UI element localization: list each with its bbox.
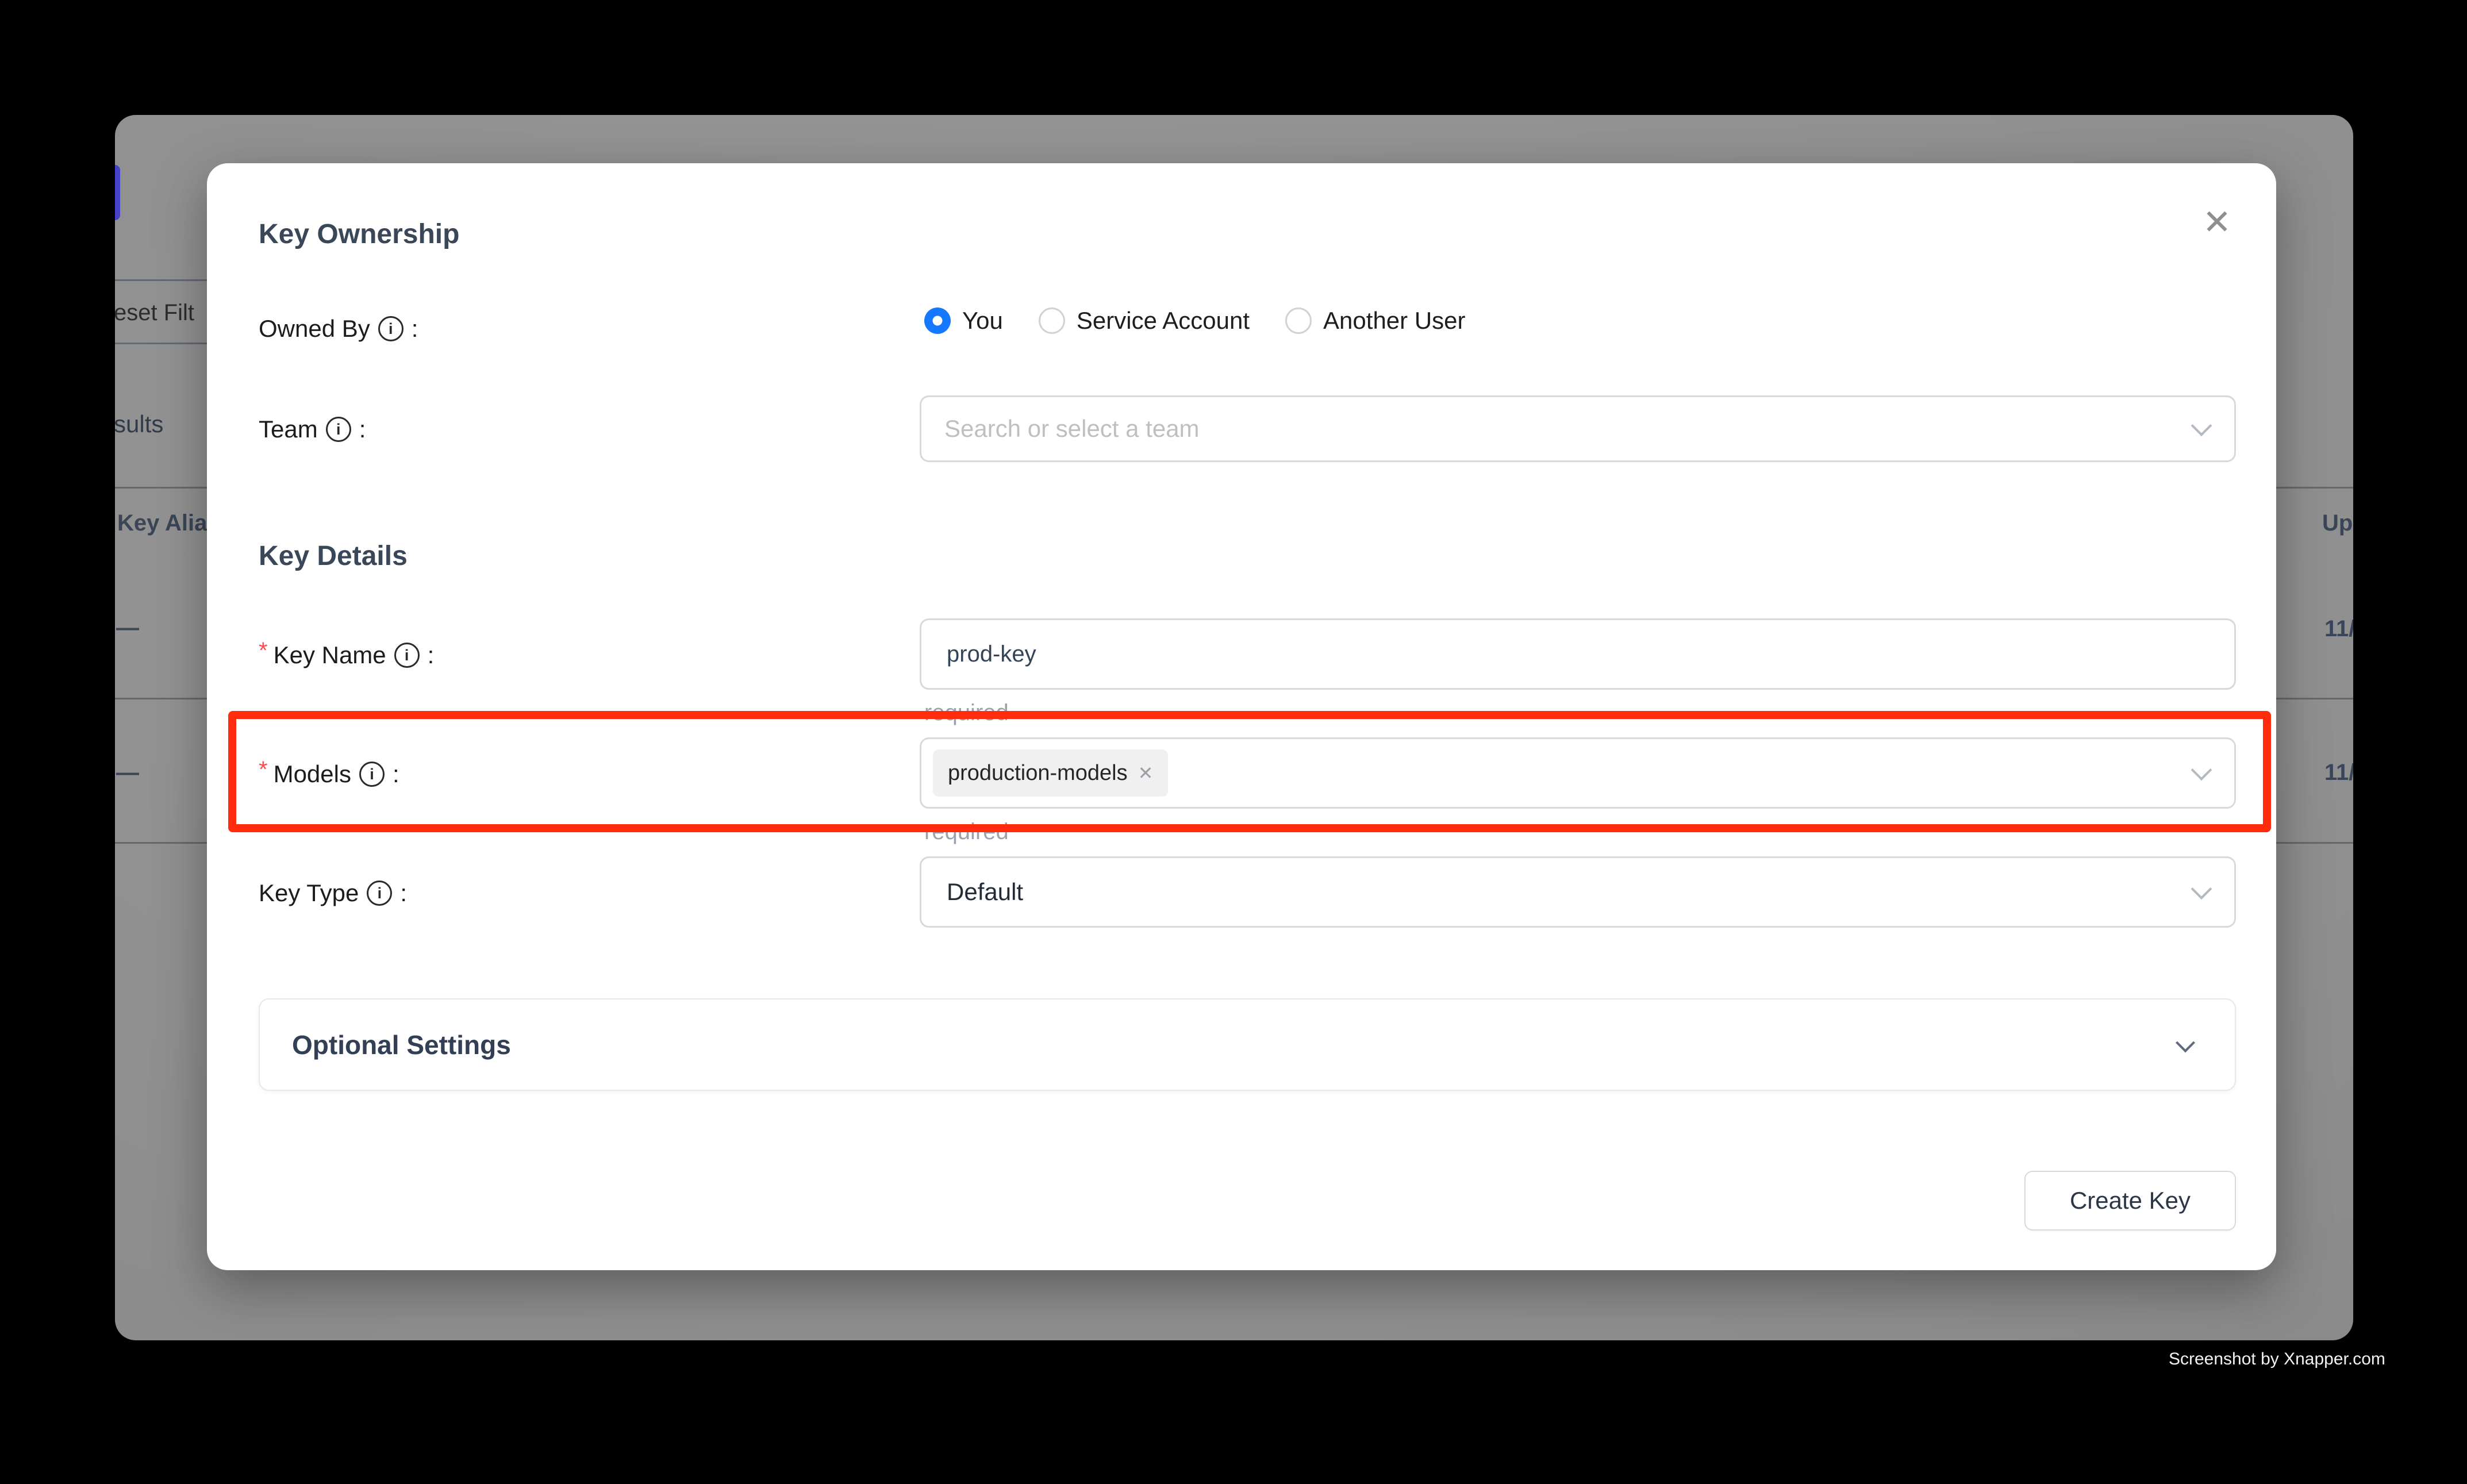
create-key-button[interactable]: Create Key bbox=[2024, 1171, 2236, 1231]
required-marker: * bbox=[259, 633, 268, 668]
radio-unselected-icon[interactable] bbox=[1285, 307, 1312, 334]
selected-model-tag-label: production-models bbox=[948, 761, 1128, 786]
tag-remove-icon[interactable]: ✕ bbox=[1138, 764, 1154, 782]
info-icon[interactable]: i bbox=[367, 881, 392, 906]
models-multiselect[interactable]: production-models ✕ bbox=[920, 737, 2236, 809]
key-details-heading: Key Details bbox=[259, 540, 408, 572]
radio-option-service-account[interactable]: Service Account bbox=[1039, 307, 1250, 335]
radio-label: Another User bbox=[1323, 307, 1465, 335]
required-marker: * bbox=[259, 752, 268, 787]
radio-unselected-icon[interactable] bbox=[1039, 307, 1065, 334]
colon: : bbox=[400, 876, 407, 910]
column-header-key-alias: Key Alia bbox=[117, 508, 207, 538]
chevron-down-icon bbox=[2191, 759, 2212, 781]
colon: : bbox=[393, 757, 399, 791]
reset-filters-button-partial: eset Filt bbox=[115, 298, 194, 328]
owned-by-radio-group: You Service Account Another User bbox=[924, 307, 1466, 335]
key-name-field bbox=[920, 618, 2236, 690]
key-type-select[interactable]: Default bbox=[920, 856, 2236, 928]
toolbar-divider-bottom bbox=[115, 343, 208, 344]
owned-by-label-text: Owned By bbox=[259, 312, 370, 346]
toolbar-divider-top bbox=[115, 279, 208, 281]
models-label: * Models i : bbox=[259, 757, 399, 791]
key-name-label-text: Key Name bbox=[274, 638, 386, 672]
info-icon[interactable]: i bbox=[359, 762, 385, 787]
info-icon[interactable]: i bbox=[378, 316, 404, 341]
radio-label: You bbox=[962, 307, 1003, 335]
colon: : bbox=[359, 412, 366, 447]
table-cell-dash: — bbox=[116, 758, 139, 787]
clipped-primary-button bbox=[115, 165, 120, 220]
optional-settings-label: Optional Settings bbox=[292, 1029, 511, 1060]
models-label-text: Models bbox=[274, 757, 351, 791]
create-key-button-label: Create Key bbox=[2070, 1187, 2191, 1214]
chevron-down-icon bbox=[2191, 878, 2212, 899]
key-name-label: * Key Name i : bbox=[259, 638, 434, 672]
key-type-selected-value: Default bbox=[921, 878, 1023, 906]
key-type-label-text: Key Type bbox=[259, 876, 359, 910]
optional-settings-panel[interactable]: Optional Settings bbox=[259, 998, 2236, 1091]
close-button[interactable]: ✕ bbox=[2191, 197, 2243, 248]
colon: : bbox=[412, 312, 418, 346]
team-select-placeholder: Search or select a team bbox=[921, 415, 1200, 443]
radio-selected-icon[interactable] bbox=[924, 307, 951, 334]
modal-title: Key Ownership bbox=[259, 218, 459, 251]
table-cell-date: 11/ bbox=[2324, 758, 2353, 787]
key-name-required-hint: required bbox=[924, 699, 1009, 726]
create-key-modal: Key Ownership ✕ Owned By i : You Service… bbox=[207, 163, 2276, 1270]
results-count-partial: sults bbox=[115, 409, 163, 439]
colon: : bbox=[428, 638, 435, 672]
column-header-updated: Up bbox=[2322, 508, 2353, 538]
info-icon[interactable]: i bbox=[394, 643, 420, 668]
watermark-text: Screenshot by Xnapper.com bbox=[2169, 1350, 2385, 1369]
radio-label: Service Account bbox=[1077, 307, 1250, 335]
key-type-label: Key Type i : bbox=[259, 876, 407, 910]
team-select[interactable]: Search or select a team bbox=[920, 395, 2236, 462]
chevron-down-icon bbox=[2191, 415, 2212, 436]
chevron-down-icon bbox=[2176, 1033, 2195, 1052]
radio-option-you[interactable]: You bbox=[924, 307, 1003, 335]
screenshot-canvas: eset Filt sults Key Alia — — Up 11/ 11/ … bbox=[0, 0, 2467, 1484]
team-label-text: Team bbox=[259, 412, 318, 447]
team-label: Team i : bbox=[259, 412, 366, 447]
table-cell-date: 11/ bbox=[2324, 614, 2353, 644]
owned-by-label: Owned By i : bbox=[259, 312, 418, 346]
info-icon[interactable]: i bbox=[326, 417, 351, 442]
selected-model-tag: production-models ✕ bbox=[933, 749, 1168, 797]
table-cell-dash: — bbox=[116, 613, 139, 643]
models-required-hint: required bbox=[924, 818, 1009, 845]
close-icon: ✕ bbox=[2203, 202, 2231, 243]
key-name-input[interactable] bbox=[921, 620, 2234, 688]
radio-option-another-user[interactable]: Another User bbox=[1285, 307, 1465, 335]
